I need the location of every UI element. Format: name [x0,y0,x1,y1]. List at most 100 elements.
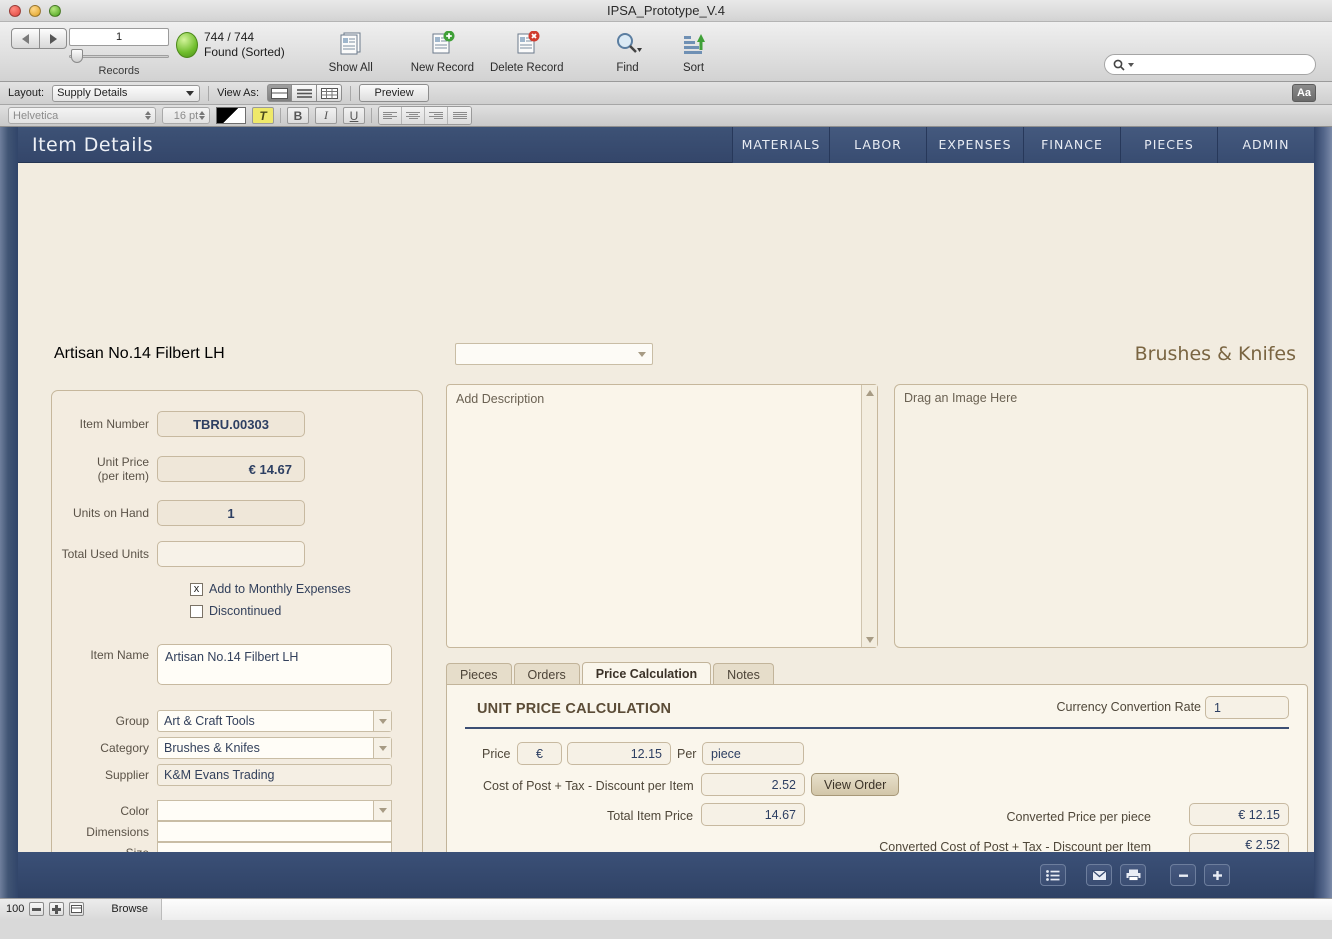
category-select[interactable]: Brushes & Knifes [157,737,392,759]
chevron-down-icon[interactable] [373,711,391,731]
minus-icon[interactable] [1170,864,1196,886]
total-used-units-field[interactable] [157,541,305,567]
item-number-field[interactable]: TBRU.00303 [157,411,305,437]
align-left-button[interactable] [379,107,402,124]
supplier-label: Supplier [104,768,149,782]
chevron-down-icon[interactable] [373,801,391,820]
total-item-price-field[interactable]: 14.67 [701,803,805,826]
toggle-status-area-button[interactable] [69,902,85,916]
slider-track [69,55,169,58]
scroll-down-button[interactable] [862,632,878,647]
tab-pieces[interactable]: Pieces [446,663,512,685]
stepper-icon[interactable] [199,111,205,120]
find-button[interactable]: Find [598,22,658,74]
chevron-down-icon[interactable] [373,738,391,758]
font-family-value: Helvetica [13,109,59,122]
description-scrollbar[interactable] [861,385,877,647]
image-drop-panel[interactable]: Drag an Image Here [894,384,1308,648]
caret-up-icon [865,389,874,396]
record-picker-select[interactable] [455,343,653,365]
nav-tab-materials[interactable]: MATERIALS [732,127,829,163]
slider-knob[interactable] [71,49,83,63]
item-number-row: Item Number TBRU.00303 [51,411,423,446]
stepper-icon[interactable] [145,111,151,120]
unit-price-calculation-title: UNIT PRICE CALCULATION [477,701,672,717]
list-icon[interactable] [1040,864,1066,886]
converted-price-label: Converted Price per piece [1006,810,1151,824]
align-center-button[interactable] [402,107,425,124]
preview-button[interactable]: Preview [359,84,430,102]
nav-tab-labor[interactable]: LABOR [829,127,926,163]
nav-tab-pieces[interactable]: PIECES [1120,127,1217,163]
cost-post-label: Cost of Post + Tax - Discount per Item [483,779,694,793]
price-field[interactable]: 12.15 [567,742,671,765]
supplier-value: K&M Evans Trading [164,768,275,782]
nav-tab-expenses[interactable]: EXPENSES [926,127,1023,163]
view-order-button[interactable]: View Order [811,773,900,796]
discontinued-checkbox[interactable] [190,604,203,618]
color-label: Color [120,803,149,818]
chevron-down-icon [186,90,195,96]
zoom-in-button[interactable] [49,902,65,916]
font-size-select[interactable]: 16 pt [162,107,210,124]
tab-price-calculation[interactable]: Price Calculation [581,662,712,685]
text-color-swatch[interactable] [216,107,246,124]
units-on-hand-field[interactable]: 1 [157,500,305,526]
supplier-field[interactable]: K&M Evans Trading [157,764,392,786]
description-panel[interactable]: Add Description [446,384,878,648]
group-select[interactable]: Art & Craft Tools [157,710,392,732]
nav-tab-admin[interactable]: ADMIN [1217,127,1314,163]
plus-icon[interactable] [1204,864,1230,886]
align-right-button[interactable] [425,107,448,124]
currency-symbol-field[interactable]: € [517,742,562,765]
print-icon[interactable] [1120,864,1146,886]
view-form-button[interactable] [267,84,293,102]
cost-post-field[interactable]: 2.52 [701,773,805,796]
add-monthly-expenses-checkbox[interactable]: x [190,582,203,596]
per-unit-field[interactable]: piece [702,742,804,765]
align-justify-button[interactable] [448,107,471,124]
dimensions-field[interactable] [157,821,392,842]
view-as-label: View As: [217,87,260,99]
view-list-button[interactable] [292,84,318,102]
new-record-button[interactable]: New Record [411,22,474,74]
item-name-field[interactable]: Artisan No.14 Filbert LH [157,644,392,685]
record-slider[interactable] [69,49,169,63]
format-bar-toggle-button[interactable]: Aa [1292,84,1316,102]
view-table-button[interactable] [317,84,343,102]
add-monthly-expenses-checkbox-row[interactable]: x Add to Monthly Expenses [190,582,423,596]
sort-button[interactable]: Sort [664,22,724,74]
font-family-select[interactable]: Helvetica [8,107,156,124]
record-navigation [0,22,67,49]
nav-tab-finance[interactable]: FINANCE [1023,127,1120,163]
bold-button[interactable]: B [287,107,309,124]
search-dropdown-icon[interactable] [1128,62,1134,67]
price-label: Price [482,747,511,761]
tab-orders[interactable]: Orders [513,663,580,685]
layout-select[interactable]: Supply Details [52,84,201,102]
record-number-field[interactable]: 1 [69,28,169,46]
search-input[interactable] [1137,58,1297,71]
currency-rate-field[interactable]: 1 [1205,696,1289,719]
find-label: Find [616,62,639,74]
record-page: Artisan No.14 Filbert LH Brushes & Knife… [18,163,1314,898]
color-select[interactable] [157,800,392,821]
mail-icon[interactable] [1086,864,1112,886]
show-all-button[interactable]: Show All [321,22,381,74]
underline-button[interactable]: U [343,107,365,124]
main-toolbar: 1 Records 744 / 744 Found (Sorted) Show … [0,22,1332,82]
search-box[interactable] [1104,54,1316,75]
discontinued-checkbox-row[interactable]: Discontinued [190,604,423,618]
unit-price-field[interactable]: € 14.67 [157,456,305,482]
tab-notes[interactable]: Notes [713,663,774,685]
previous-record-button[interactable] [11,28,39,49]
text-color-button[interactable]: T [252,107,274,124]
zoom-out-button[interactable] [29,902,45,916]
converted-price-field[interactable]: € 12.15 [1189,803,1289,826]
text-align-group [378,106,472,125]
record-delete-icon [513,29,541,59]
italic-button[interactable]: I [315,107,337,124]
delete-record-button[interactable]: Delete Record [490,22,564,74]
discontinued-label: Discontinued [209,604,282,618]
scroll-up-button[interactable] [862,385,878,400]
